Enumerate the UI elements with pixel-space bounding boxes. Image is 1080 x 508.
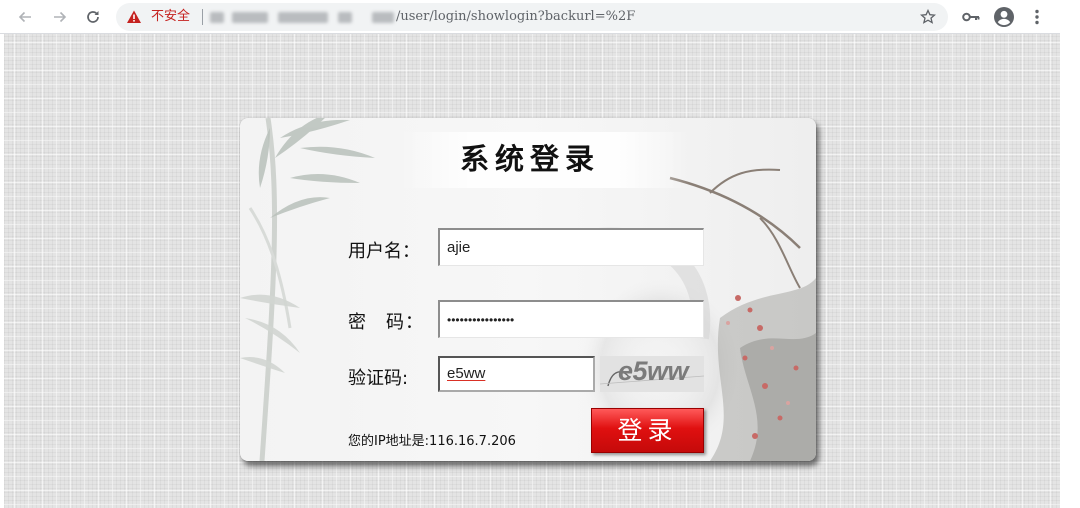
window-edge (1060, 0, 1080, 508)
username-field[interactable]: ajie (438, 228, 704, 266)
login-panel: 系统登录 用户名： ajie 密 码： •••••••••••••••• 验证码… (240, 118, 816, 461)
kebab-menu-icon (1035, 9, 1039, 25)
arrow-right-icon (54, 11, 67, 23)
forward-button[interactable] (47, 4, 73, 30)
password-label: 密 码： (348, 312, 424, 333)
window-edge (0, 34, 4, 508)
star-icon (920, 9, 936, 24)
browser-toolbar: 不安全 /user/login/showlogin?backurl=%2F (0, 0, 1080, 34)
address-bar[interactable]: 不安全 /user/login/showlogin?backurl=%2F (116, 3, 948, 31)
login-button[interactable]: 登录 (591, 408, 704, 453)
captcha-field[interactable]: e5ww (438, 356, 595, 392)
key-icon (962, 12, 980, 22)
account-button[interactable] (991, 4, 1017, 30)
ip-address-text: 您的IP地址是:116.16.7.206 (348, 434, 516, 449)
password-field[interactable]: •••••••••••••••• (438, 300, 704, 338)
captcha-image[interactable]: e5ww (600, 356, 704, 392)
blurred-host (210, 12, 396, 23)
security-status[interactable]: 不安全 (151, 8, 190, 26)
browser-menu-button[interactable] (1026, 4, 1048, 30)
reload-button[interactable] (80, 4, 106, 30)
passwords-button[interactable] (958, 5, 984, 29)
warning-triangle-icon (127, 10, 141, 23)
page-title: 系统登录 (459, 142, 600, 176)
username-label: 用户名： (348, 241, 420, 262)
url-path: /user/login/showlogin?backurl=%2F (396, 9, 636, 24)
separator (202, 9, 203, 25)
reload-icon (87, 11, 99, 23)
arrow-left-icon (18, 11, 31, 23)
captcha-label: 验证码: (348, 368, 409, 389)
account-circle-icon (994, 7, 1014, 27)
back-button[interactable] (12, 4, 38, 30)
bookmark-button[interactable] (916, 6, 940, 28)
captcha-image-text: e5ww (618, 356, 689, 386)
